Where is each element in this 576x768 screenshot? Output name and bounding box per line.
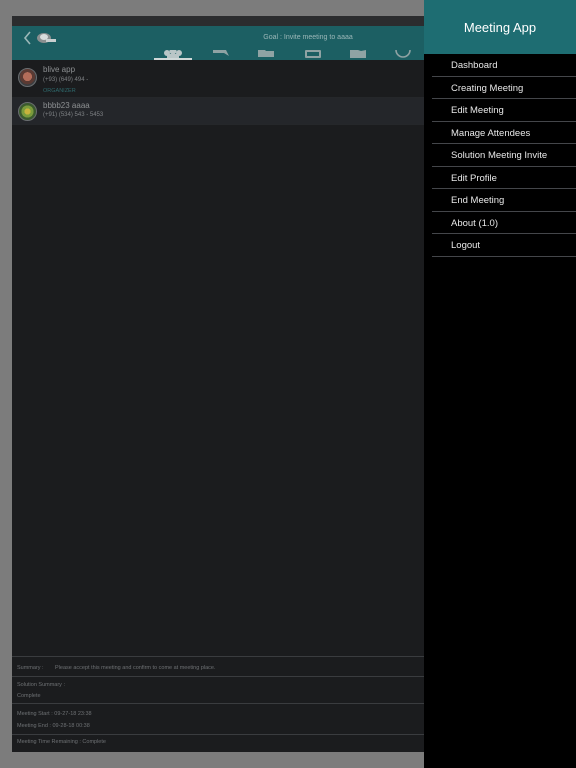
tab-clock[interactable] [393, 50, 413, 58]
meeting-goal: Goal : Invite meeting to aaaa [263, 34, 353, 41]
attendee-name: blive app [43, 65, 76, 74]
summary-label: Summary : [17, 665, 44, 671]
tab-map[interactable] [348, 50, 368, 58]
tab-folder[interactable] [256, 50, 276, 58]
tablet-icon [303, 50, 323, 60]
folder-icon [256, 50, 276, 60]
tab-attendees[interactable] [163, 50, 183, 58]
time-remaining: Meeting Time Remaining : Complete [17, 739, 106, 745]
clock-icon [393, 50, 413, 60]
drawer-title: Meeting App [424, 0, 576, 54]
tab-chat[interactable] [211, 50, 231, 58]
avatar [18, 102, 37, 121]
app-logo-icon [35, 31, 57, 45]
drawer-menu: Dashboard Creating Meeting Edit Meeting … [432, 54, 576, 257]
chevron-left-icon [22, 31, 34, 48]
attendee-role: ORGANIZER [43, 88, 76, 94]
map-icon [348, 50, 368, 60]
menu-item-dashboard[interactable]: Dashboard [432, 54, 576, 77]
attendee-phone: (+91) (534) 543 - 5453 [43, 112, 104, 118]
attendee-name: bbbb23 aaaa [43, 101, 90, 110]
side-drawer: Meeting App Dashboard Creating Meeting E… [424, 0, 576, 768]
menu-item-manage-attendees[interactable]: Manage Attendees [432, 122, 576, 144]
menu-item-edit-profile[interactable]: Edit Profile [432, 167, 576, 189]
chat-icon [211, 50, 231, 60]
attendee-phone: (+93) (649) 494 - [43, 77, 89, 83]
menu-item-logout[interactable]: Logout [432, 234, 576, 257]
menu-item-edit-meeting[interactable]: Edit Meeting [432, 99, 576, 122]
avatar [18, 68, 37, 87]
menu-item-solution-meeting-invite[interactable]: Solution Meeting Invite [432, 144, 576, 167]
tab-tablet[interactable] [303, 50, 323, 58]
menu-item-end-meeting[interactable]: End Meeting [432, 189, 576, 212]
back-button[interactable] [22, 30, 34, 46]
summary-text: Please accept this meeting and confirm t… [55, 665, 216, 671]
menu-item-creating-meeting[interactable]: Creating Meeting [432, 77, 576, 99]
menu-item-about[interactable]: About (1.0) [432, 212, 576, 234]
